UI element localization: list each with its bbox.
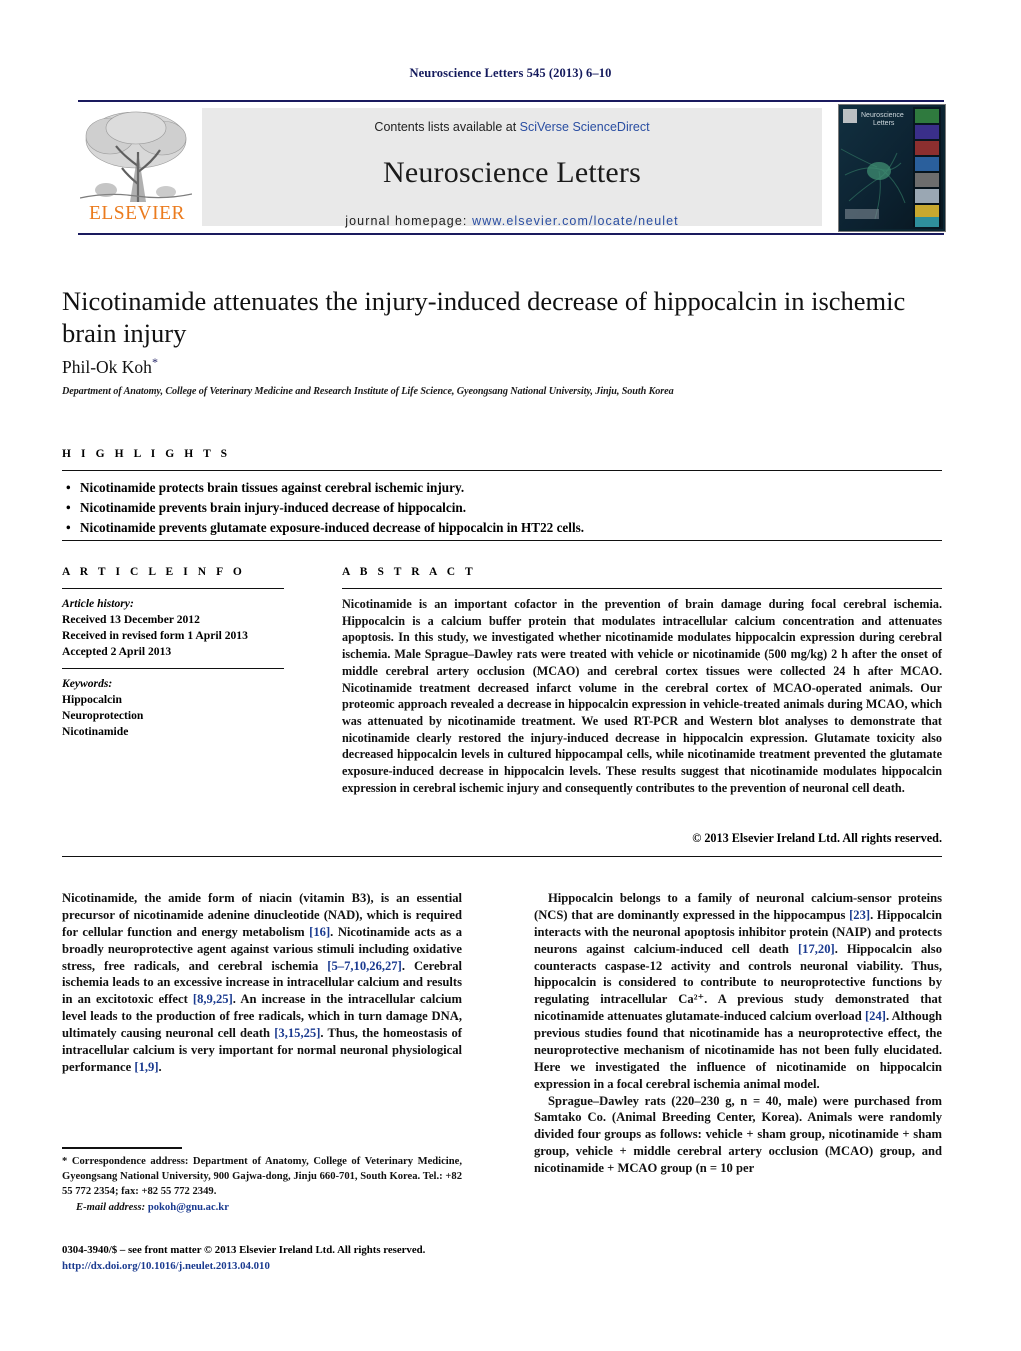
abstract-heading: A B S T R A C T bbox=[342, 566, 477, 578]
citation-link[interactable]: [16] bbox=[309, 925, 330, 939]
body-column-left: Nicotinamide, the amide form of niacin (… bbox=[62, 890, 462, 1076]
abstract-rule bbox=[342, 588, 942, 589]
citation-link[interactable]: [1,9] bbox=[134, 1060, 158, 1074]
journal-homepage-line: journal homepage: www.elsevier.com/locat… bbox=[202, 214, 822, 228]
correspondence-text: Correspondence address: Department of An… bbox=[62, 1156, 462, 1197]
list-item: • Nicotinamide protects brain tissues aga… bbox=[66, 478, 946, 498]
author-name: Phil-Ok Koh* bbox=[62, 355, 158, 378]
page-title: Nicotinamide attenuates the injury-induc… bbox=[62, 286, 906, 349]
homepage-prefix: journal homepage: bbox=[345, 214, 473, 228]
author-affiliation: Department of Anatomy, College of Veteri… bbox=[62, 386, 674, 397]
bullet-icon: • bbox=[66, 520, 71, 536]
citation-link[interactable]: [8,9,25] bbox=[193, 992, 233, 1006]
article-history-item: Received in revised form 1 April 2013 bbox=[62, 628, 248, 642]
body-text-run: Sprague–Dawley rats (220–230 g, n = 40, … bbox=[534, 1093, 942, 1176]
keywords-label: Keywords: bbox=[62, 677, 113, 690]
keyword-item: Neuroprotection bbox=[62, 708, 144, 722]
correspondence-footnote: * Correspondence address: Department of … bbox=[62, 1155, 462, 1216]
author-correspondence-marker: * bbox=[151, 355, 158, 369]
article-history-item: Received 13 December 2012 bbox=[62, 612, 200, 626]
elsevier-tree-icon bbox=[80, 106, 192, 204]
keywords-rule bbox=[62, 668, 284, 669]
contents-available-line: Contents lists available at SciVerse Sci… bbox=[202, 120, 822, 134]
homepage-url-link[interactable]: www.elsevier.com/locate/neulet bbox=[472, 214, 679, 228]
highlight-text: Nicotinamide prevents glutamate exposure… bbox=[80, 520, 585, 536]
citation-link[interactable]: [3,15,25] bbox=[274, 1026, 320, 1040]
abstract-copyright: © 2013 Elsevier Ireland Ltd. All rights … bbox=[692, 831, 942, 845]
body-text-run: . bbox=[158, 1059, 162, 1074]
paper-page: Neuroscience Letters 545 (2013) 6–10 ELS… bbox=[0, 0, 1021, 1351]
keywords-block: Keywords: Hippocalcin Neuroprotection Ni… bbox=[62, 676, 292, 740]
article-history-item: Accepted 2 April 2013 bbox=[62, 644, 172, 658]
contents-band: Contents lists available at SciVerse Sci… bbox=[202, 108, 822, 228]
body-paragraph: Hippocalcin belongs to a family of neuro… bbox=[534, 890, 942, 1093]
citation-link[interactable]: [23] bbox=[849, 908, 870, 922]
bullet-icon: • bbox=[66, 480, 71, 495]
masthead-top-rule bbox=[78, 100, 944, 102]
elsevier-logo: ELSEVIER bbox=[78, 104, 196, 230]
keyword-item: Nicotinamide bbox=[62, 724, 129, 738]
author-label: Phil-Ok Koh bbox=[62, 356, 152, 377]
highlight-text: Nicotinamide protects brain tissues agai… bbox=[80, 480, 465, 495]
journal-cover-thumbnail: Neuroscience Letters bbox=[838, 104, 946, 232]
svg-text:Neuroscience: Neuroscience bbox=[861, 112, 904, 119]
highlight-text: Nicotinamide prevents brain injury-induc… bbox=[80, 500, 466, 516]
sciencedirect-link[interactable]: SciVerse ScienceDirect bbox=[520, 120, 650, 134]
issn-line: 0304-3940/$ – see front matter © 2013 El… bbox=[62, 1244, 426, 1256]
running-head: Neuroscience Letters 545 (2013) 6–10 bbox=[409, 66, 612, 80]
article-history: Article history: Received 13 December 20… bbox=[62, 596, 292, 660]
highlights-rule-bottom bbox=[62, 540, 942, 541]
list-item: • Nicotinamide prevents glutamate exposur… bbox=[66, 518, 946, 538]
highlights-list: • Nicotinamide protects brain tissues aga… bbox=[66, 478, 946, 538]
citation-link[interactable]: [17,20] bbox=[798, 942, 835, 956]
list-item: • Nicotinamide prevents brain injury-indu… bbox=[66, 498, 946, 518]
abstract-bottom-rule bbox=[62, 856, 942, 857]
email-label: E-mail address: bbox=[76, 1202, 146, 1214]
citation-link[interactable]: [5–7,10,26,27] bbox=[327, 959, 402, 973]
abstract-text: Nicotinamide is an important cofactor in… bbox=[342, 597, 942, 795]
bullet-icon: • bbox=[66, 500, 71, 516]
article-history-label: Article history: bbox=[62, 597, 134, 610]
highlights-heading: H I G H L I G H T S bbox=[62, 448, 231, 460]
issn-block: 0304-3940/$ – see front matter © 2013 El… bbox=[62, 1243, 482, 1274]
contents-prefix: Contents lists available at bbox=[374, 120, 520, 134]
journal-masthead: ELSEVIER Contents lists available at Sci… bbox=[78, 104, 946, 232]
highlights-rule-top bbox=[62, 470, 942, 471]
article-info-rule bbox=[62, 588, 284, 589]
footnote-rule bbox=[62, 1147, 182, 1149]
keyword-item: Hippocalcin bbox=[62, 692, 122, 706]
citation-link[interactable]: [24] bbox=[865, 1009, 886, 1023]
masthead-bottom-rule bbox=[78, 233, 944, 235]
body-paragraph: Nicotinamide, the amide form of niacin (… bbox=[62, 890, 462, 1076]
journal-title: Neuroscience Letters bbox=[382, 156, 642, 189]
body-column-right: Hippocalcin belongs to a family of neuro… bbox=[534, 890, 942, 1177]
email-link[interactable]: pokoh@gnu.ac.kr bbox=[148, 1202, 229, 1213]
body-paragraph: Sprague–Dawley rats (220–230 g, n = 40, … bbox=[534, 1093, 942, 1177]
doi-link[interactable]: http://dx.doi.org/10.1016/j.neulet.2013.… bbox=[62, 1259, 482, 1275]
svg-text:Letters: Letters bbox=[873, 120, 895, 127]
article-info-heading: A R T I C L E I N F O bbox=[62, 566, 246, 578]
elsevier-wordmark: ELSEVIER bbox=[88, 203, 186, 224]
